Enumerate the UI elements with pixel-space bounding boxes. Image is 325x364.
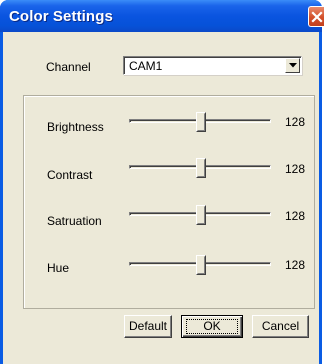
channel-label: Channel: [46, 60, 91, 74]
chevron-down-icon: [289, 63, 297, 68]
default-button[interactable]: Default: [124, 315, 172, 338]
saturation-value: 128: [285, 209, 306, 223]
saturation-slider-thumb[interactable]: [196, 205, 206, 225]
close-icon: [311, 11, 323, 23]
brightness-value: 128: [285, 115, 306, 129]
cancel-button-label: Cancel: [261, 319, 300, 333]
brightness-label: Brightness: [47, 120, 104, 134]
channel-select-value: CAM1: [129, 59, 163, 73]
contrast-label: Contrast: [47, 168, 93, 182]
hue-slider-thumb[interactable]: [196, 255, 206, 275]
hue-label: Hue: [47, 261, 70, 275]
brightness-slider-thumb[interactable]: [196, 112, 206, 132]
window-title: Color Settings: [9, 8, 113, 25]
contrast-value: 128: [285, 162, 306, 176]
title-bar[interactable]: Color Settings: [0, 0, 324, 32]
saturation-label: Satruation: [47, 214, 102, 228]
ok-button[interactable]: OK: [181, 315, 243, 338]
contrast-slider-thumb[interactable]: [196, 158, 206, 178]
hue-value: 128: [285, 258, 306, 272]
close-button[interactable]: [308, 6, 324, 27]
cancel-button[interactable]: Cancel: [252, 315, 309, 338]
channel-select[interactable]: CAM1: [123, 56, 302, 75]
channel-dropdown-button[interactable]: [285, 58, 300, 73]
ok-button-label: OK: [203, 319, 221, 333]
default-button-label: Default: [128, 319, 168, 333]
